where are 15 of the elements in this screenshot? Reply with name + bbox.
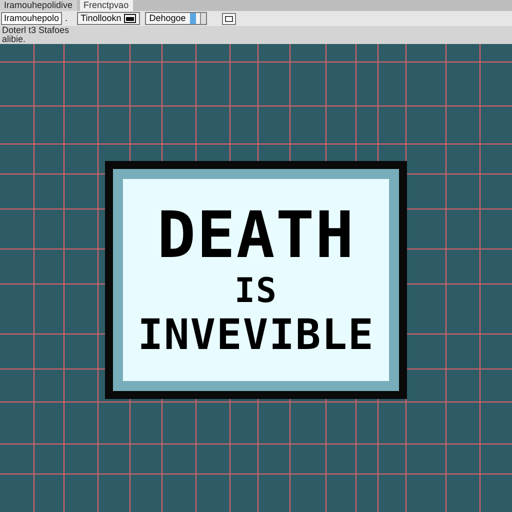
dropdown[interactable]: Dehogoe — [145, 12, 207, 25]
text-field[interactable]: Iramouhepolo — [1, 12, 62, 25]
image-icon — [224, 16, 233, 22]
tab[interactable]: Iramouhepolidive — [0, 0, 77, 11]
separator-text: . — [65, 12, 68, 25]
info-text: alibie. — [1, 35, 27, 44]
tool-button[interactable]: Tinollookn — [76, 12, 140, 25]
spinner-icon[interactable] — [190, 13, 196, 24]
sign-text: IS — [234, 274, 278, 308]
info-text: Doterl t3 Stafoes — [1, 26, 70, 35]
sign-text: DEATH — [157, 204, 355, 268]
tab[interactable]: Frenctpvao — [80, 0, 133, 11]
sign-text: INVEVIBLE — [138, 314, 374, 356]
image-button[interactable] — [222, 12, 236, 24]
window-icon — [124, 14, 136, 23]
